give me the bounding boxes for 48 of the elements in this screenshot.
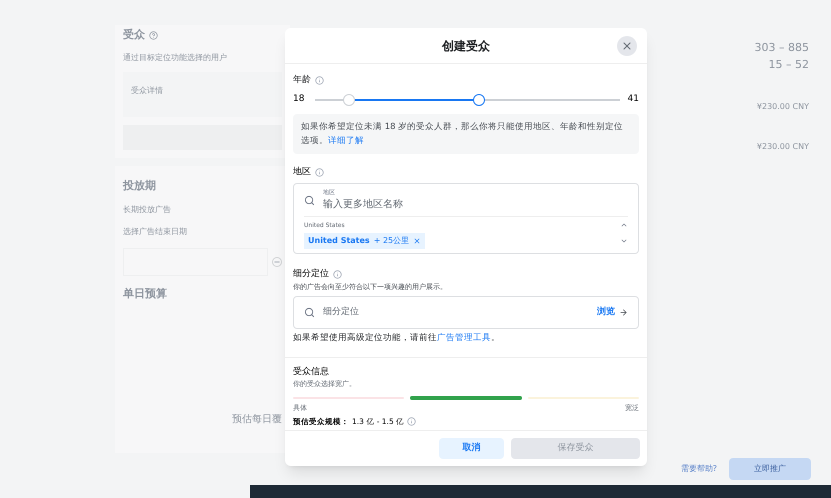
dialog-title: 创建受众: [442, 38, 490, 54]
info-icon: [315, 168, 324, 177]
value-text: 15 – 52: [768, 56, 809, 72]
section-text: 选择广告结束日期: [123, 226, 188, 238]
slider-thumb[interactable]: [473, 94, 486, 106]
cancel-button[interactable]: 取消: [439, 438, 504, 459]
minus-icon: [272, 257, 282, 267]
location-chip[interactable]: United States + 25公里: [304, 233, 426, 249]
detailed-search-field[interactable]: 细分定位 浏览: [293, 296, 639, 329]
section-text: 长期投放广告: [123, 204, 172, 216]
close-icon: [621, 40, 633, 52]
promote-button[interactable]: 立即推广: [729, 458, 811, 480]
remove-icon[interactable]: [413, 237, 422, 245]
section-title: 受众: [123, 27, 145, 43]
section-title: 受众信息: [293, 366, 330, 379]
value-text: ¥230.00 CNY: [756, 101, 809, 113]
chip-name: United States: [308, 235, 370, 247]
section-title: 投放期: [123, 178, 157, 194]
info-icon: [315, 76, 324, 86]
learn-more-link[interactable]: 详细了解: [328, 136, 364, 146]
estimate-label: 预估每日覆: [232, 413, 282, 427]
help-icon: [149, 30, 158, 40]
section-title: 单日预算: [123, 286, 168, 302]
help-link[interactable]: 需要帮助?: [680, 463, 717, 475]
field-label: 细分定位: [293, 268, 329, 281]
value-text: ¥230.00 CNY: [756, 141, 809, 153]
location-input[interactable]: 输入更多地区名称: [323, 197, 523, 212]
hint-text: 如果希望使用高级定位功能，请前往广告管理工具。: [293, 332, 501, 345]
section-text: 通过目标定位功能选择的用户: [123, 52, 228, 64]
chip-radius: + 25公里: [374, 235, 410, 247]
field-label: 年龄: [293, 74, 311, 87]
age-max: 41: [628, 92, 639, 106]
field-label: 地区: [293, 166, 311, 178]
search-icon: [304, 194, 315, 206]
chevron-down-icon[interactable]: [620, 237, 628, 245]
browse-button[interactable]: 浏览: [597, 306, 628, 320]
info-icon: [407, 417, 416, 426]
age-min: 18: [293, 92, 306, 106]
value-text: 303 – 885: [754, 40, 809, 56]
notice-text: 如果你希望定位未满 18 岁的受众人群，那么你将只能使用地区、年龄和性别定位选项。详细了解: [293, 114, 639, 154]
info-icon: [333, 270, 342, 280]
search-icon: [304, 307, 315, 318]
chevron-up-icon[interactable]: [620, 221, 628, 229]
card-title: 受众详情: [131, 86, 163, 94]
arrow-right-icon: [619, 308, 628, 317]
close-button[interactable]: [617, 36, 637, 56]
ads-manager-link[interactable]: 广告管理工具: [437, 333, 491, 343]
age-slider[interactable]: [315, 92, 620, 106]
